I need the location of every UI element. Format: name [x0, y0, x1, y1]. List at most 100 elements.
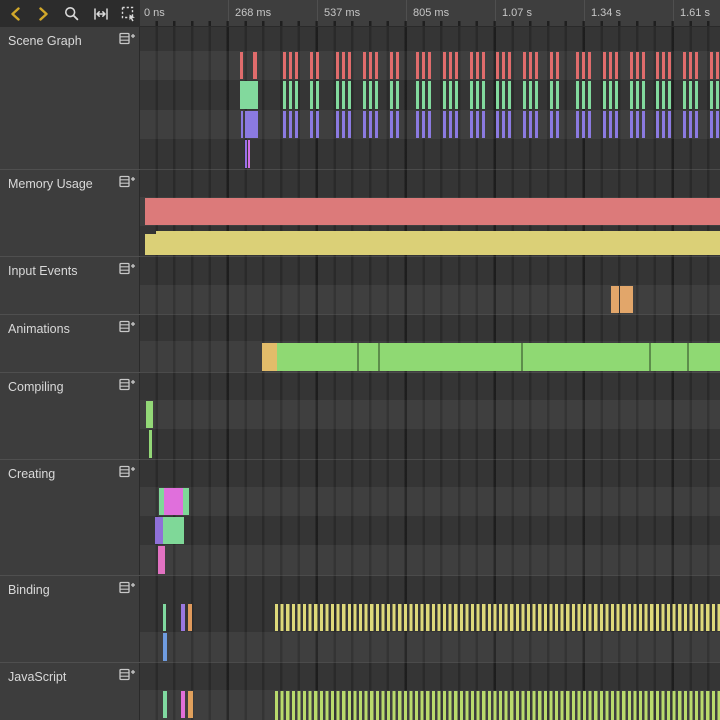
event-bar[interactable]: [470, 81, 473, 109]
event-bar[interactable]: [363, 111, 366, 138]
event-bar[interactable]: [582, 111, 585, 138]
event-bar[interactable]: [662, 111, 665, 138]
event-bar[interactable]: [576, 81, 579, 109]
event-bar[interactable]: [620, 286, 633, 313]
event-bar[interactable]: [164, 488, 183, 515]
event-bar[interactable]: [476, 81, 479, 109]
event-bar[interactable]: [396, 81, 399, 109]
event-bar[interactable]: [529, 52, 532, 79]
event-bar[interactable]: [390, 52, 393, 79]
event-bar[interactable]: [716, 52, 719, 79]
event-bar[interactable]: [476, 111, 479, 138]
event-bar[interactable]: [668, 81, 671, 109]
expand-category-button[interactable]: [117, 320, 137, 336]
event-bar[interactable]: [550, 111, 553, 138]
category-input-events[interactable]: Input Events: [0, 256, 140, 314]
event-bar[interactable]: [615, 111, 618, 138]
event-bar[interactable]: [336, 81, 339, 109]
event-bar[interactable]: [295, 111, 298, 138]
event-bar[interactable]: [357, 343, 359, 371]
event-bar[interactable]: [636, 81, 639, 109]
event-stripe-cluster[interactable]: [275, 604, 720, 631]
jump-previous-event-button[interactable]: [4, 0, 27, 27]
event-bar[interactable]: [149, 430, 152, 458]
event-bar[interactable]: [508, 52, 511, 79]
event-bar[interactable]: [576, 111, 579, 138]
zoom-button[interactable]: [60, 0, 83, 27]
category-scene-graph[interactable]: Scene Graph: [0, 27, 140, 169]
category-javascript[interactable]: JavaScript: [0, 662, 140, 720]
event-bar[interactable]: [422, 52, 425, 79]
event-bar[interactable]: [449, 111, 452, 138]
event-bar[interactable]: [348, 111, 351, 138]
event-bar[interactable]: [145, 234, 156, 255]
event-bar[interactable]: [496, 52, 499, 79]
event-bar[interactable]: [482, 111, 485, 138]
event-bar[interactable]: [535, 111, 538, 138]
event-bar[interactable]: [289, 52, 292, 79]
event-bar[interactable]: [683, 81, 686, 109]
event-bar[interactable]: [609, 111, 612, 138]
event-bar[interactable]: [502, 52, 505, 79]
event-bar[interactable]: [550, 81, 553, 109]
event-bar[interactable]: [375, 81, 378, 109]
timeline-canvas[interactable]: [140, 27, 720, 720]
time-axis[interactable]: 0 ns268 ms537 ms805 ms1.07 s1.34 s1.61 s: [140, 0, 720, 27]
category-creating[interactable]: Creating: [0, 459, 140, 575]
event-bar[interactable]: [248, 140, 250, 168]
event-bar[interactable]: [521, 343, 523, 371]
event-bar[interactable]: [396, 111, 399, 138]
event-bar[interactable]: [163, 517, 184, 544]
event-bar[interactable]: [455, 111, 458, 138]
event-bar[interactable]: [277, 343, 720, 371]
event-bar[interactable]: [295, 52, 298, 79]
event-bar[interactable]: [375, 111, 378, 138]
event-bar[interactable]: [603, 111, 606, 138]
event-bar[interactable]: [523, 81, 526, 109]
event-bar[interactable]: [455, 52, 458, 79]
event-bar[interactable]: [422, 81, 425, 109]
event-bar[interactable]: [642, 52, 645, 79]
event-bar[interactable]: [508, 111, 511, 138]
expand-category-button[interactable]: [117, 668, 137, 684]
event-bar[interactable]: [636, 52, 639, 79]
event-bar[interactable]: [523, 52, 526, 79]
event-bar[interactable]: [155, 517, 163, 544]
event-bar[interactable]: [316, 81, 319, 109]
category-memory-usage[interactable]: Memory Usage: [0, 169, 140, 256]
event-bar[interactable]: [289, 111, 292, 138]
event-bar[interactable]: [502, 81, 505, 109]
event-bar[interactable]: [609, 52, 612, 79]
event-bar[interactable]: [390, 81, 393, 109]
category-binding[interactable]: Binding: [0, 575, 140, 662]
event-bar[interactable]: [523, 111, 526, 138]
event-bar[interactable]: [588, 52, 591, 79]
event-bar[interactable]: [470, 111, 473, 138]
event-bar[interactable]: [428, 81, 431, 109]
event-bar[interactable]: [181, 604, 185, 631]
event-bar[interactable]: [336, 111, 339, 138]
event-bar[interactable]: [449, 81, 452, 109]
event-bar[interactable]: [245, 140, 247, 168]
event-bar[interactable]: [283, 81, 286, 109]
event-bar[interactable]: [508, 81, 511, 109]
event-bar[interactable]: [615, 52, 618, 79]
event-bar[interactable]: [716, 81, 719, 109]
event-bar[interactable]: [416, 111, 419, 138]
event-bar[interactable]: [588, 111, 591, 138]
event-bar[interactable]: [496, 111, 499, 138]
event-bar[interactable]: [615, 81, 618, 109]
event-bar[interactable]: [603, 81, 606, 109]
category-animations[interactable]: Animations: [0, 314, 140, 372]
event-bar[interactable]: [240, 52, 243, 79]
event-bar[interactable]: [630, 111, 633, 138]
event-bar[interactable]: [369, 111, 372, 138]
jump-next-event-button[interactable]: [31, 0, 54, 27]
event-bar[interactable]: [295, 81, 298, 109]
event-bar[interactable]: [449, 52, 452, 79]
event-bar[interactable]: [716, 111, 719, 138]
event-bar[interactable]: [348, 52, 351, 79]
event-bar[interactable]: [156, 231, 720, 255]
event-bar[interactable]: [550, 52, 553, 79]
event-bar[interactable]: [689, 111, 692, 138]
